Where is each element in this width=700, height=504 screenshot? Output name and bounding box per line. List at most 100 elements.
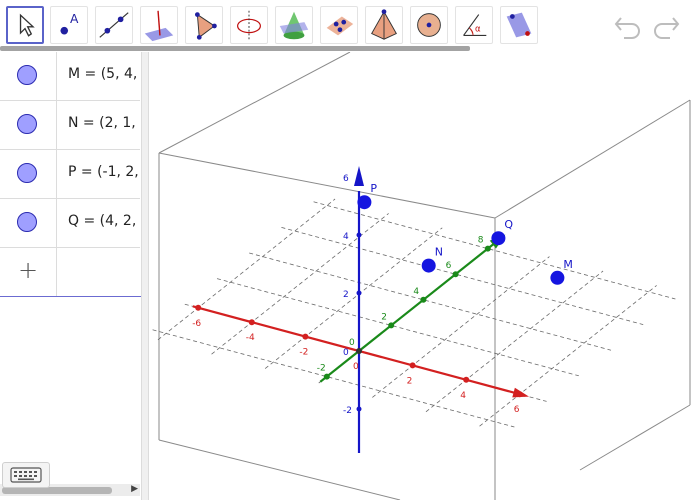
algebra-row[interactable]: M = (5, 4, 2) bbox=[0, 52, 140, 101]
reflect-tool-button[interactable] bbox=[500, 6, 538, 44]
visibility-cell bbox=[0, 199, 57, 247]
add-cell: + bbox=[0, 248, 57, 296]
line-tool-button[interactable] bbox=[95, 6, 133, 44]
algebra-expression[interactable]: M = (5, 4, 2) bbox=[68, 66, 140, 82]
graphics-3d-view[interactable]: -6 -4 -2 0 2 4 6 -2 0 2 4 6 8 -2 0 2 4 6 P N Q M bbox=[149, 51, 700, 501]
grid-line bbox=[479, 285, 657, 427]
point-icon: A bbox=[60, 12, 79, 35]
y-tick-label: 0 bbox=[349, 338, 355, 348]
y-tick-mark bbox=[388, 322, 395, 329]
z-tick-label: 4 bbox=[343, 232, 349, 242]
y-tick-label: 8 bbox=[478, 236, 484, 246]
x-tick-mark bbox=[516, 391, 523, 398]
toolbar: A α bbox=[0, 0, 700, 52]
undo-icon[interactable] bbox=[612, 10, 644, 42]
plus-icon[interactable]: + bbox=[18, 256, 38, 284]
z-tick-mark bbox=[356, 232, 362, 238]
y-tick-label: -2 bbox=[317, 364, 326, 374]
perpendicular-line-icon bbox=[144, 10, 174, 42]
x-tick-mark bbox=[195, 304, 202, 311]
visibility-toggle-icon[interactable] bbox=[17, 163, 37, 183]
algebra-row[interactable]: Q = (4, 2, 4) bbox=[0, 199, 140, 248]
xy-grid bbox=[152, 198, 676, 428]
x-tick-label: -6 bbox=[192, 319, 201, 329]
z-tick-mark bbox=[356, 406, 362, 412]
y-tick-label: 2 bbox=[381, 312, 387, 322]
circle-axis-tool-button[interactable] bbox=[230, 6, 268, 44]
pyramid-tool-button[interactable] bbox=[365, 6, 403, 44]
visibility-toggle-icon[interactable] bbox=[17, 65, 37, 85]
x-tick-label: -4 bbox=[246, 333, 255, 343]
visibility-toggle-icon[interactable] bbox=[17, 114, 37, 134]
x-tick-mark bbox=[248, 319, 255, 326]
point-label-N: N bbox=[435, 246, 443, 259]
angle-tool-button[interactable]: α bbox=[455, 6, 493, 44]
intersect-tool-button[interactable] bbox=[275, 6, 313, 44]
point-label-Q: Q bbox=[504, 218, 513, 231]
input-underline bbox=[0, 296, 141, 297]
y-tick-mark bbox=[420, 296, 427, 303]
y-tick-label: 6 bbox=[446, 261, 452, 271]
x-tick-mark bbox=[409, 362, 416, 369]
keyboard-button[interactable] bbox=[2, 462, 50, 488]
point-N[interactable] bbox=[421, 258, 436, 273]
point-tool-label: A bbox=[70, 12, 79, 26]
reflect-about-plane-icon bbox=[506, 12, 532, 38]
polygon-tool-button[interactable] bbox=[185, 6, 223, 44]
algebra-row[interactable]: N = (2, 1, 3) bbox=[0, 101, 140, 150]
sphere-icon bbox=[417, 13, 441, 37]
origin-mark bbox=[356, 348, 362, 354]
point-Q[interactable] bbox=[491, 231, 506, 246]
visibility-cell bbox=[0, 101, 57, 149]
sphere-tool-button[interactable] bbox=[410, 6, 448, 44]
y-tick-label: 4 bbox=[413, 287, 419, 297]
x-tick-label: 0 bbox=[353, 362, 359, 372]
algebra-expression[interactable]: N = (2, 1, 3) bbox=[68, 115, 140, 131]
visibility-toggle-icon[interactable] bbox=[17, 212, 37, 232]
y-tick-mark bbox=[323, 373, 330, 380]
algebra-row[interactable]: P = (-1, 2, 4) bbox=[0, 150, 140, 199]
scroll-right-icon[interactable]: ▶ bbox=[131, 484, 138, 494]
y-axis bbox=[319, 236, 503, 383]
view-splitter[interactable] bbox=[141, 52, 149, 500]
cone-plane-intersection-icon bbox=[279, 11, 309, 40]
toolbar-scrollbar[interactable] bbox=[0, 46, 470, 51]
circle-around-axis-icon bbox=[237, 10, 261, 40]
algebra-expression[interactable]: P = (-1, 2, 4) bbox=[68, 164, 140, 180]
x-tick-mark bbox=[302, 333, 309, 340]
redo-icon[interactable] bbox=[650, 10, 682, 42]
point-P[interactable] bbox=[357, 195, 372, 210]
polygon-icon bbox=[195, 12, 217, 40]
pyramid-icon bbox=[371, 9, 397, 40]
point-label-P: P bbox=[370, 182, 377, 195]
plane-through-points-icon bbox=[326, 16, 354, 36]
grid-line bbox=[372, 256, 550, 398]
y-tick-mark bbox=[484, 245, 491, 252]
y-tick-mark bbox=[452, 271, 459, 278]
perpendicular-tool-button[interactable] bbox=[140, 6, 178, 44]
algebra-expression[interactable]: Q = (4, 2, 4) bbox=[68, 213, 140, 229]
input-row[interactable]: + bbox=[0, 248, 140, 296]
visibility-cell bbox=[0, 52, 57, 100]
x-tick-label: 6 bbox=[514, 405, 520, 415]
arrow-pointer-icon bbox=[19, 13, 35, 37]
x-tick-label: 4 bbox=[460, 391, 466, 401]
line-icon bbox=[99, 12, 129, 38]
z-tick-label: 2 bbox=[343, 290, 349, 300]
plane-tool-button[interactable] bbox=[320, 6, 358, 44]
grid-line bbox=[157, 198, 336, 341]
point-M[interactable] bbox=[550, 270, 565, 285]
move-tool-button[interactable] bbox=[6, 6, 44, 44]
algebra-view: M = (5, 4, 2) N = (2, 1, 3) P = (-1, 2, … bbox=[0, 52, 141, 500]
keyboard-icon bbox=[10, 467, 42, 483]
angle-tool-label: α bbox=[475, 25, 481, 35]
graphics-3d-canvas[interactable]: -6 -4 -2 0 2 4 6 -2 0 2 4 6 8 -2 0 2 4 6 P N Q M bbox=[149, 51, 700, 501]
grid-line bbox=[211, 213, 389, 355]
point-label-M: M bbox=[563, 258, 573, 271]
z-tick-mark bbox=[356, 290, 362, 296]
z-tick-label: 6 bbox=[343, 174, 349, 184]
clipping-box bbox=[158, 51, 691, 501]
point-tool-button[interactable]: A bbox=[50, 6, 88, 44]
x-tick-label: -2 bbox=[299, 348, 308, 358]
z-tick-label: -2 bbox=[343, 406, 352, 416]
